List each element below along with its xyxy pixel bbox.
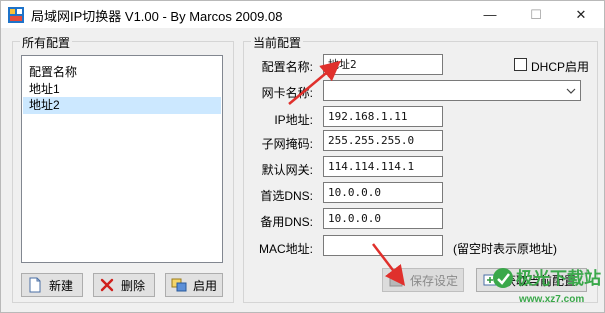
title-bar: 局域网IP切换器 V1.00 - By Marcos 2009.08 — ☐ ✕ — [1, 1, 604, 28]
apply-icon — [171, 278, 187, 292]
watermark-logo-icon — [493, 268, 513, 288]
current-config-title: 当前配置 — [251, 34, 304, 51]
primary-dns-input[interactable]: 10.0.0.0 — [323, 182, 443, 203]
save-settings-button[interactable]: 保存设定 — [382, 268, 464, 292]
config-name-label: 配置名称: — [261, 60, 313, 74]
save-icon — [389, 273, 403, 287]
watermark-logo — [492, 267, 514, 292]
mac-hint: (留空时表示原地址) — [453, 242, 557, 256]
config-list-item-1[interactable]: 地址1 — [23, 81, 221, 98]
secondary-dns-label: 备用DNS: — [260, 215, 313, 229]
config-list[interactable]: 配置名称 地址1 地址2 — [21, 55, 223, 263]
new-button-label: 新建 — [49, 278, 74, 293]
new-button[interactable]: 新建 — [21, 273, 83, 297]
secondary-dns-input[interactable]: 10.0.0.0 — [323, 208, 443, 229]
new-file-icon — [29, 277, 41, 293]
ip-address-input[interactable]: 192.168.1.11 — [323, 106, 443, 127]
subnet-mask-label: 子网掩码: — [261, 137, 313, 151]
subnet-mask-input[interactable]: 255.255.255.0 — [323, 130, 443, 151]
window-title: 局域网IP切换器 V1.00 - By Marcos 2009.08 — [31, 9, 283, 24]
app-window: 局域网IP切换器 V1.00 - By Marcos 2009.08 — ☐ ✕… — [0, 0, 605, 313]
config-list-item-2[interactable]: 地址2 — [23, 97, 221, 114]
maximize-icon: ☐ — [530, 6, 542, 22]
ip-address-label: IP地址: — [274, 113, 313, 127]
config-name-input[interactable]: 地址2 — [323, 54, 443, 75]
apply-button-label: 启用 — [193, 278, 218, 293]
gateway-label: 默认网关: — [261, 163, 313, 177]
app-icon — [8, 7, 24, 23]
dhcp-checkbox[interactable] — [514, 58, 527, 71]
minimize-icon: — — [483, 7, 497, 22]
delete-icon — [100, 278, 114, 292]
mac-address-label: MAC地址: — [258, 242, 313, 256]
minimize-button[interactable]: — — [467, 1, 513, 28]
chevron-down-icon — [562, 81, 580, 100]
close-button[interactable]: ✕ — [558, 1, 604, 28]
watermark-url: www.xz7.com — [519, 294, 585, 305]
nic-name-label: 网卡名称: — [261, 86, 313, 100]
nic-select[interactable] — [323, 80, 581, 101]
mac-address-input[interactable] — [323, 235, 443, 256]
primary-dns-label: 首选DNS: — [260, 189, 313, 203]
apply-button[interactable]: 启用 — [165, 273, 223, 297]
all-configs-title: 所有配置 — [20, 34, 73, 51]
gateway-input[interactable]: 114.114.114.1 — [323, 156, 443, 177]
maximize-button[interactable]: ☐ — [513, 1, 559, 28]
save-settings-label: 保存设定 — [410, 273, 459, 288]
delete-button[interactable]: 删除 — [93, 273, 155, 297]
dhcp-label: DHCP启用 — [531, 60, 590, 74]
config-list-header: 配置名称 — [29, 65, 78, 79]
watermark-text: 极光下载站 — [516, 269, 601, 288]
close-icon: ✕ — [575, 6, 587, 22]
delete-button-label: 删除 — [121, 278, 146, 293]
